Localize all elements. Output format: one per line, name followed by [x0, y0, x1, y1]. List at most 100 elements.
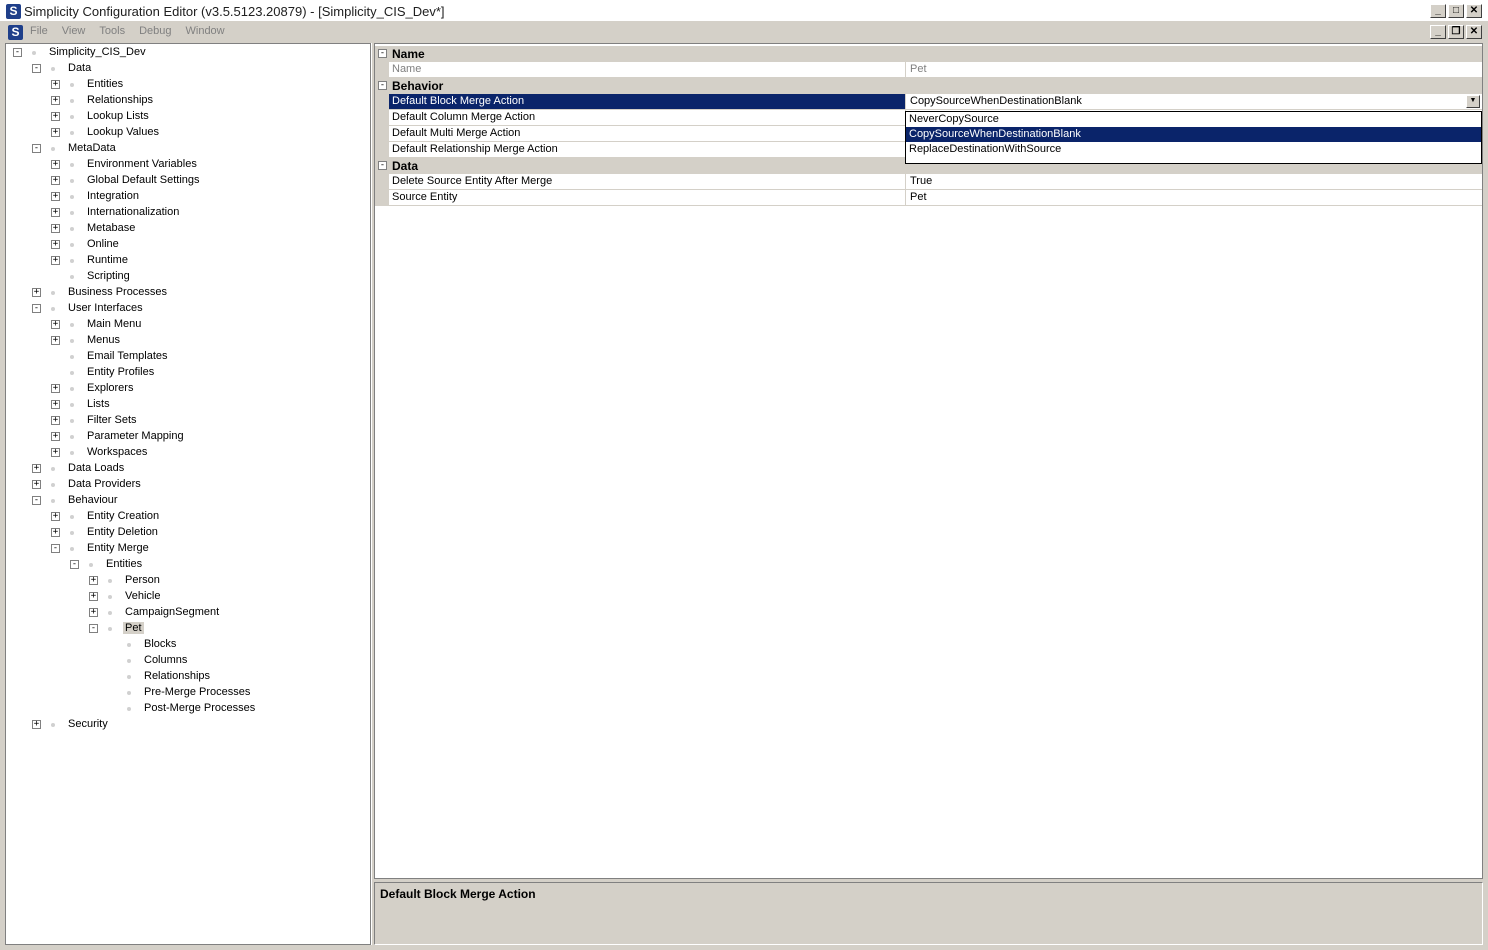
dropdown-option[interactable]: ReplaceDestinationWithSource [906, 142, 1481, 157]
collapse-icon[interactable]: - [51, 544, 60, 553]
mdi-minimize-button[interactable]: _ [1430, 25, 1446, 39]
tree-node-label[interactable]: Filter Sets [85, 414, 139, 426]
expand-icon[interactable]: + [51, 112, 60, 121]
tree-node-label[interactable]: Pre-Merge Processes [142, 686, 252, 698]
configuration-tree[interactable]: - Simplicity_CIS_Dev - Data + Entities + Relati… [5, 43, 371, 945]
tree-node-label[interactable]: Lookup Lists [85, 110, 151, 122]
tree-node-label[interactable]: Relationships [85, 94, 155, 106]
tree-node-label[interactable]: Security [66, 718, 110, 730]
property-value[interactable]: CopySourceWhenDestinationBlank [907, 94, 1482, 109]
tree-node-label[interactable]: Simplicity_CIS_Dev [47, 46, 148, 58]
menu-window[interactable]: Window [186, 25, 225, 37]
collapse-icon[interactable]: - [32, 496, 41, 505]
property-value[interactable]: Pet [907, 62, 1482, 77]
tree-node-label[interactable]: Global Default Settings [85, 174, 202, 186]
expand-icon[interactable]: + [32, 720, 41, 729]
tree-node-label[interactable]: Menus [85, 334, 122, 346]
tree-node-label[interactable]: Person [123, 574, 162, 586]
menu-view[interactable]: View [62, 25, 86, 37]
menu-tools[interactable]: Tools [99, 25, 125, 37]
tree-node-label[interactable]: Parameter Mapping [85, 430, 186, 442]
property-value[interactable]: Pet [907, 190, 1482, 205]
collapse-icon[interactable]: - [32, 304, 41, 313]
tree-node-label[interactable]: Entity Creation [85, 510, 161, 522]
property-grid[interactable]: NeverCopySource CopySourceWhenDestination… [374, 43, 1483, 879]
expand-icon[interactable]: + [51, 96, 60, 105]
tree-node-label[interactable]: Workspaces [85, 446, 149, 458]
expand-icon[interactable]: + [51, 160, 60, 169]
tree-node-label[interactable]: Runtime [85, 254, 130, 266]
tree-node-label[interactable]: Explorers [85, 382, 135, 394]
tree-node-label[interactable]: Vehicle [123, 590, 162, 602]
tree-node-label[interactable]: Pet [123, 622, 144, 634]
menu-file[interactable]: File [30, 25, 48, 37]
tree-node-label[interactable]: Email Templates [85, 350, 170, 362]
tree-node-label[interactable]: Scripting [85, 270, 132, 282]
expand-icon[interactable]: + [51, 224, 60, 233]
property-name[interactable]: Delete Source Entity After Merge [389, 174, 906, 189]
expand-icon[interactable]: + [51, 176, 60, 185]
expand-icon[interactable]: + [51, 400, 60, 409]
collapse-icon[interactable]: - [378, 49, 387, 58]
tree-node-label[interactable]: Environment Variables [85, 158, 199, 170]
tree-node-label[interactable]: Lookup Values [85, 126, 161, 138]
expand-icon[interactable]: + [51, 416, 60, 425]
tree-node-label[interactable]: Integration [85, 190, 141, 202]
tree-node-label[interactable]: Blocks [142, 638, 178, 650]
mdi-restore-button[interactable]: ❐ [1448, 25, 1464, 39]
tree-node-label[interactable]: Entity Profiles [85, 366, 156, 378]
tree-node-label[interactable]: Data Loads [66, 462, 126, 474]
dropdown-option[interactable]: CopySourceWhenDestinationBlank [906, 127, 1481, 142]
expand-icon[interactable]: + [51, 512, 60, 521]
expand-icon[interactable]: + [51, 432, 60, 441]
tree-node-label[interactable]: Business Processes [66, 286, 169, 298]
document-icon[interactable]: S [8, 25, 23, 40]
tree-node-label[interactable]: Data Providers [66, 478, 143, 490]
tree-node-label[interactable]: Data [66, 62, 93, 74]
collapse-icon[interactable]: - [13, 48, 22, 57]
mdi-close-button[interactable]: ✕ [1466, 25, 1482, 39]
tree-node-label[interactable]: Behaviour [66, 494, 120, 506]
menu-debug[interactable]: Debug [139, 25, 171, 37]
tree-node-label[interactable]: CampaignSegment [123, 606, 221, 618]
property-name[interactable]: Source Entity [389, 190, 906, 205]
property-name[interactable]: Name [389, 62, 906, 77]
tree-node-label[interactable]: Entity Deletion [85, 526, 160, 538]
close-button[interactable]: ✕ [1466, 4, 1482, 18]
tree-node-label[interactable]: Internationalization [85, 206, 181, 218]
property-row[interactable]: Name Pet [375, 62, 1482, 78]
expand-icon[interactable]: + [51, 256, 60, 265]
tree-node-label[interactable]: Lists [85, 398, 112, 410]
expand-icon[interactable]: + [51, 528, 60, 537]
tree-node-label[interactable]: Entities [104, 558, 144, 570]
tree-node-label[interactable]: Metabase [85, 222, 137, 234]
expand-icon[interactable]: + [51, 128, 60, 137]
dropdown-option[interactable]: NeverCopySource [906, 112, 1481, 127]
collapse-icon[interactable]: - [89, 624, 98, 633]
tree-node-label[interactable]: Online [85, 238, 121, 250]
dropdown-arrow-icon[interactable]: ▼ [1466, 95, 1480, 108]
property-row[interactable]: Source Entity Pet [375, 190, 1482, 206]
expand-icon[interactable]: + [32, 288, 41, 297]
expand-icon[interactable]: + [32, 480, 41, 489]
expand-icon[interactable]: + [51, 80, 60, 89]
collapse-icon[interactable]: - [378, 81, 387, 90]
expand-icon[interactable]: + [32, 464, 41, 473]
tree-node-label[interactable]: MetaData [66, 142, 118, 154]
collapse-icon[interactable]: - [378, 161, 387, 170]
tree-node-label[interactable]: Entities [85, 78, 125, 90]
collapse-icon[interactable]: - [32, 64, 41, 73]
maximize-button[interactable]: □ [1448, 4, 1464, 18]
expand-icon[interactable]: + [89, 608, 98, 617]
collapse-icon[interactable]: - [70, 560, 79, 569]
expand-icon[interactable]: + [51, 336, 60, 345]
expand-icon[interactable]: + [51, 384, 60, 393]
expand-icon[interactable]: + [51, 448, 60, 457]
property-row[interactable]: Delete Source Entity After Merge True [375, 174, 1482, 190]
tree-node-label[interactable]: Relationships [142, 670, 212, 682]
expand-icon[interactable]: + [51, 240, 60, 249]
property-name[interactable]: Default Multi Merge Action [389, 126, 906, 141]
expand-icon[interactable]: + [89, 592, 98, 601]
expand-icon[interactable]: + [51, 320, 60, 329]
expand-icon[interactable]: + [51, 192, 60, 201]
